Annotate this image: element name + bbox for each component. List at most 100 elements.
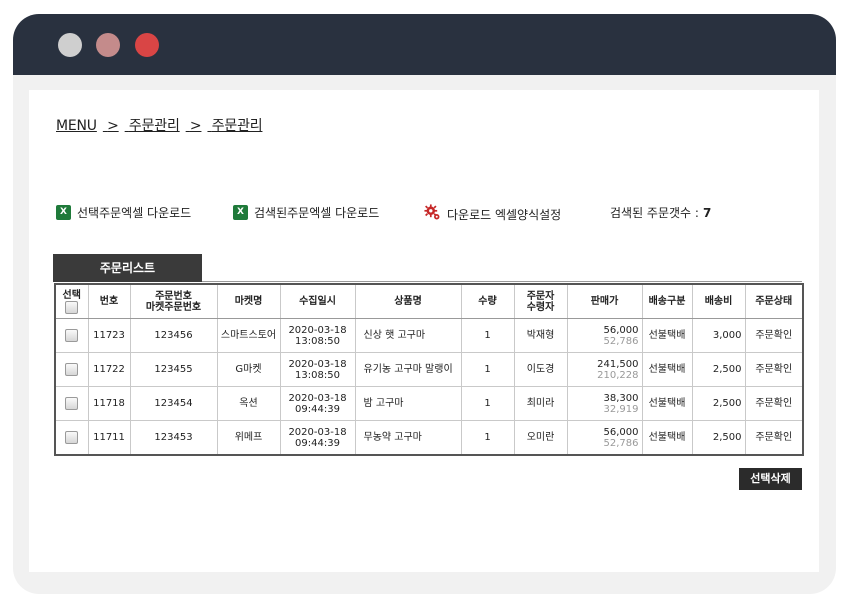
search-count-label: 검색된 주문갯수 : — [610, 206, 699, 220]
cell-person: 오미란 — [513, 420, 568, 456]
row-checkbox[interactable] — [65, 329, 79, 342]
cell-price-main: 56,000 — [603, 324, 639, 336]
cell-date: 2020-03-18 — [288, 324, 347, 336]
window-control-red[interactable] — [135, 33, 159, 57]
cell-no: 11711 — [87, 420, 131, 456]
cell-order-no: 123453 — [129, 420, 218, 456]
cell-product: 무농약 고구마 — [354, 420, 462, 456]
header-orderer: 주문자 수령자 — [513, 283, 568, 319]
row-checkbox[interactable] — [65, 431, 79, 444]
table-row[interactable]: 11718 123454 옥션 2020-03-18 09:44:39 밤 고구마… — [54, 386, 804, 421]
cell-order-no: 123455 — [129, 352, 218, 387]
window-titlebar — [13, 14, 836, 75]
breadcrumb-current[interactable]: 주문관리 — [212, 118, 263, 134]
table-row[interactable]: 11722 123455 G마켓 2020-03-18 13:08:50 유기농 … — [54, 352, 804, 387]
cell-ship-type: 선불택배 — [641, 420, 693, 456]
cell-product: 밤 고구마 — [354, 386, 462, 421]
header-order-no: 주문번호 마켓주문번호 — [129, 283, 218, 319]
cell-no: 11722 — [87, 352, 131, 387]
cell-product: 유기농 고구마 말랭이 — [354, 352, 462, 387]
excel-icon: X — [56, 205, 71, 220]
row-select-cell — [54, 386, 89, 421]
row-select-cell — [54, 352, 89, 387]
row-select-cell — [54, 318, 89, 353]
cell-market: 스마트스토어 — [216, 318, 281, 353]
row-checkbox[interactable] — [65, 397, 79, 410]
header-ship-fee: 배송비 — [691, 283, 746, 319]
table-header-row: 선택 번호 주문번호 마켓주문번호 마켓명 수집일시 상품명 수량 주문자 수령… — [54, 283, 804, 319]
cell-price-sub: 52,786 — [603, 437, 639, 449]
search-count-value: 7 — [702, 206, 712, 220]
row-checkbox[interactable] — [65, 363, 79, 376]
breadcrumb-menu[interactable]: MENU — [56, 118, 97, 134]
cell-ship-type: 선불택배 — [641, 386, 693, 421]
download-selected-excel-button[interactable]: X 선택주문엑셀 다운로드 — [56, 204, 191, 221]
cell-price-sub: 52,786 — [603, 335, 639, 347]
cell-market: G마켓 — [216, 352, 281, 387]
cell-price-main: 241,500 — [597, 358, 639, 370]
breadcrumb: MENU > 주문관리 > 주문관리 — [56, 115, 268, 135]
header-no: 번호 — [87, 283, 131, 319]
cell-time: 09:44:39 — [295, 437, 340, 449]
row-select-cell — [54, 420, 89, 456]
delete-selected-button[interactable]: 선택삭제 — [739, 468, 802, 490]
cell-ship-type: 선불택배 — [641, 318, 693, 353]
cell-collected: 2020-03-18 09:44:39 — [279, 420, 356, 456]
cell-status: 주문확인 — [744, 386, 804, 421]
cell-date: 2020-03-18 — [288, 358, 347, 370]
download-searched-excel-button[interactable]: X 검색된주문엑셀 다운로드 — [233, 204, 379, 221]
header-market: 마켓명 — [216, 283, 281, 319]
search-count: 검색된 주문갯수 :7 — [610, 204, 711, 221]
cell-collected: 2020-03-18 09:44:39 — [279, 386, 356, 421]
excel-icon: X — [233, 205, 248, 220]
cell-time: 13:08:50 — [295, 369, 340, 381]
breadcrumb-order-management[interactable]: 주문관리 — [129, 118, 180, 134]
cell-ship-fee: 2,500 — [691, 420, 746, 456]
cell-qty: 1 — [460, 318, 515, 353]
table-row[interactable]: 11723 123456 스마트스토어 2020-03-18 13:08:50 신… — [54, 318, 804, 353]
window-control-rose[interactable] — [96, 33, 120, 57]
cell-date: 2020-03-18 — [288, 426, 347, 438]
cell-person: 이도경 — [513, 352, 568, 387]
cell-status: 주문확인 — [744, 420, 804, 456]
cell-order-no: 123456 — [129, 318, 218, 353]
header-order-no-line2: 마켓주문번호 — [145, 301, 202, 313]
cell-time: 13:08:50 — [295, 335, 340, 347]
cell-no: 11723 — [87, 318, 131, 353]
download-selected-label: 선택주문엑셀 다운로드 — [77, 206, 192, 220]
header-status: 주문상태 — [744, 283, 804, 319]
cell-price: 38,300 32,919 — [566, 386, 643, 421]
gear-icon — [424, 204, 441, 224]
cell-ship-fee: 2,500 — [691, 352, 746, 387]
cell-market: 옥션 — [216, 386, 281, 421]
download-settings-button[interactable]: 다운로드 엑셀양식설정 — [424, 204, 561, 224]
header-order-no-line1: 주문번호 — [155, 290, 192, 302]
cell-date: 2020-03-18 — [288, 392, 347, 404]
select-all-checkbox[interactable] — [65, 300, 79, 314]
cell-market: 위메프 — [216, 420, 281, 456]
window-control-gray[interactable] — [58, 33, 82, 57]
cell-no: 11718 — [87, 386, 131, 421]
header-orderer-line1: 주문자 — [526, 290, 555, 302]
cell-person: 박재형 — [513, 318, 568, 353]
cell-qty: 1 — [460, 352, 515, 387]
table-row[interactable]: 11711 123453 위메프 2020-03-18 09:44:39 무농약 … — [54, 420, 804, 456]
tab-divider — [202, 281, 802, 282]
header-select-label: 선택 — [62, 289, 81, 301]
cell-ship-fee: 2,500 — [691, 386, 746, 421]
tab-order-list[interactable]: 주문리스트 — [53, 254, 202, 282]
app-window: MENU > 주문관리 > 주문관리 X 선택주문엑셀 다운로드 X 검색된주문… — [13, 14, 836, 594]
header-select: 선택 — [54, 283, 89, 319]
cell-price-sub: 32,919 — [603, 403, 639, 415]
cell-qty: 1 — [460, 420, 515, 456]
cell-price: 56,000 52,786 — [566, 420, 643, 456]
cell-price-sub: 210,228 — [597, 369, 639, 381]
cell-price-main: 38,300 — [603, 392, 639, 404]
header-orderer-line2: 수령자 — [526, 301, 555, 313]
cell-person: 최미라 — [513, 386, 568, 421]
cell-status: 주문확인 — [744, 352, 804, 387]
header-price: 판매가 — [566, 283, 643, 319]
download-searched-label: 검색된주문엑셀 다운로드 — [254, 206, 380, 220]
cell-price-main: 56,000 — [603, 426, 639, 438]
header-product: 상품명 — [354, 283, 462, 319]
